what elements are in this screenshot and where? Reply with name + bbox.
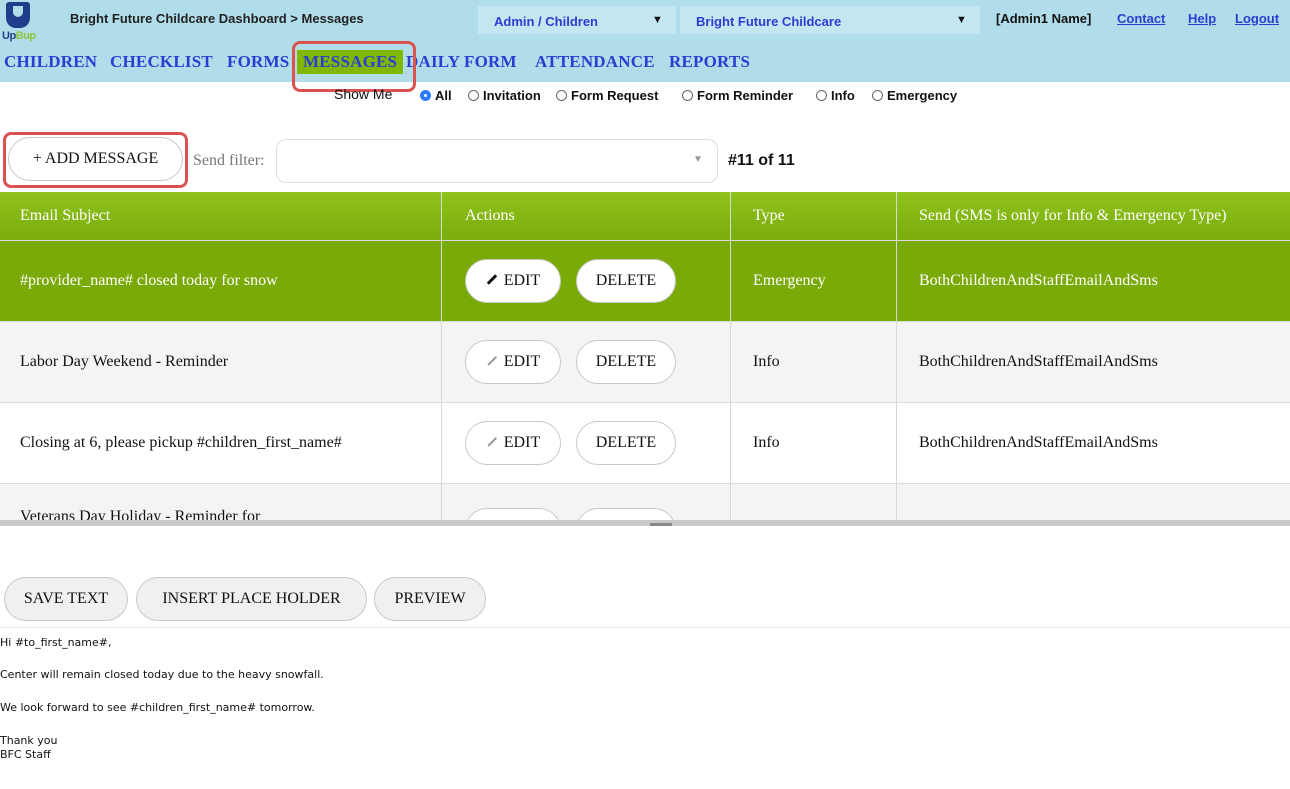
row-send: BothChildrenAndStaffEmailAndSms	[919, 272, 1158, 289]
radio-form-reminder[interactable]	[682, 90, 693, 101]
preview-button[interactable]: PREVIEW	[374, 577, 486, 621]
edit-label: EDIT	[503, 353, 541, 370]
radio-all[interactable]	[420, 90, 431, 101]
radio-form-request-label: Form Request	[571, 88, 659, 103]
logout-link[interactable]: Logout	[1235, 11, 1279, 26]
admin-name: [Admin1 Name]	[996, 11, 1092, 26]
pencil-icon	[486, 274, 498, 285]
radio-all-label: All	[435, 88, 452, 103]
radio-emergency[interactable]	[872, 90, 883, 101]
table-row[interactable]: Closing at 6, please pickup #children_fi…	[0, 402, 1290, 483]
radio-form-request[interactable]	[556, 90, 567, 101]
row-subject: Labor Day Weekend - Reminder	[20, 353, 229, 370]
send-filter-label: Send filter:	[193, 152, 265, 169]
center-select[interactable]: Bright Future Childcare ▼	[680, 6, 980, 34]
column-header-send[interactable]: Send (SMS is only for Info & Emergency T…	[919, 192, 1227, 240]
table-row[interactable]: Veterans Day Holiday - Reminder for	[0, 483, 1290, 522]
column-header-type[interactable]: Type	[753, 192, 785, 240]
pencil-icon	[487, 436, 497, 447]
messages-table: Email Subject Actions Type Send (SMS is …	[0, 192, 1290, 522]
row-subject: #provider_name# closed today for snow	[20, 272, 278, 289]
resize-grip-icon[interactable]	[650, 523, 672, 526]
body-line: We look forward to see #children_first_n…	[0, 701, 315, 714]
delete-button[interactable]: DELETE	[576, 259, 676, 303]
save-text-button[interactable]: SAVE TEXT	[4, 577, 128, 621]
edit-button[interactable]: EDIT	[465, 259, 561, 303]
role-select-value: Admin / Children	[494, 14, 598, 29]
delete-button[interactable]: DELETE	[576, 421, 676, 465]
table-header: Email Subject Actions Type Send (SMS is …	[0, 192, 1290, 240]
column-divider	[896, 192, 897, 522]
pencil-icon	[487, 355, 497, 366]
help-link[interactable]: Help	[1188, 11, 1216, 26]
chevron-down-icon: ▼	[956, 14, 967, 26]
role-select[interactable]: Admin / Children ▼	[478, 6, 676, 34]
table-row[interactable]: #provider_name# closed today for snow ED…	[0, 240, 1290, 321]
insert-placeholder-button[interactable]: INSERT PLACE HOLDER	[136, 577, 367, 621]
column-divider	[441, 192, 442, 522]
contact-link[interactable]: Contact	[1117, 11, 1165, 26]
chevron-down-icon: ▼	[652, 14, 663, 26]
chevron-down-icon: ▼	[693, 154, 703, 165]
row-send: BothChildrenAndStaffEmailAndSms	[919, 353, 1158, 370]
record-count: #11 of 11	[728, 152, 795, 169]
column-header-actions: Actions	[465, 207, 515, 224]
edit-label: EDIT	[503, 272, 541, 289]
column-header-subject[interactable]: Email Subject	[20, 192, 110, 240]
row-type: Emergency	[753, 272, 826, 289]
body-line: Thank you	[0, 734, 58, 747]
radio-invitation-label: Invitation	[483, 88, 541, 103]
body-line: Hi #to_first_name#,	[0, 636, 112, 649]
add-button-highlight-box	[3, 132, 188, 188]
editor-divider	[0, 627, 1290, 628]
nav-checklist[interactable]: CHECKLIST	[110, 52, 213, 72]
radio-info[interactable]	[816, 90, 827, 101]
top-header: UpBup Bright Future Childcare Dashboard …	[0, 0, 1290, 82]
send-filter-select[interactable]: ▼	[276, 139, 718, 183]
body-line: Center will remain closed today due to t…	[0, 668, 324, 681]
row-send: BothChildrenAndStaffEmailAndSms	[919, 434, 1158, 451]
edit-label: EDIT	[503, 434, 541, 451]
radio-info-label: Info	[831, 88, 855, 103]
column-divider	[730, 192, 731, 522]
row-type: Info	[753, 353, 780, 370]
table-scrollbar[interactable]	[0, 520, 1290, 526]
logo-text: UpBup	[2, 30, 36, 42]
table-row[interactable]: Labor Day Weekend - Reminder EDIT DELETE…	[0, 321, 1290, 402]
body-line: BFC Staff	[0, 748, 51, 761]
edit-button[interactable]: EDIT	[465, 340, 561, 384]
row-type: Info	[753, 434, 780, 451]
nav-attendance[interactable]: ATTENDANCE	[535, 52, 655, 72]
upbup-logo[interactable]: UpBup	[2, 2, 36, 46]
filter-label: Show Me	[334, 86, 393, 102]
nav-reports[interactable]: REPORTS	[669, 52, 750, 72]
logo-mark-icon	[6, 2, 30, 28]
nav-forms[interactable]: FORMS	[227, 52, 289, 72]
delete-button[interactable]: DELETE	[576, 340, 676, 384]
radio-emergency-label: Emergency	[887, 88, 958, 103]
nav-children[interactable]: CHILDREN	[4, 52, 97, 72]
edit-button[interactable]: EDIT	[465, 421, 561, 465]
center-select-value: Bright Future Childcare	[696, 14, 842, 29]
nav-highlight-box	[292, 41, 416, 92]
radio-invitation[interactable]	[468, 90, 479, 101]
radio-form-reminder-label: Form Reminder	[697, 88, 794, 103]
nav-daily-form[interactable]: DAILY FORM	[406, 52, 517, 72]
breadcrumb: Bright Future Childcare Dashboard > Mess…	[70, 11, 364, 26]
row-subject: Closing at 6, please pickup #children_fi…	[20, 434, 342, 451]
